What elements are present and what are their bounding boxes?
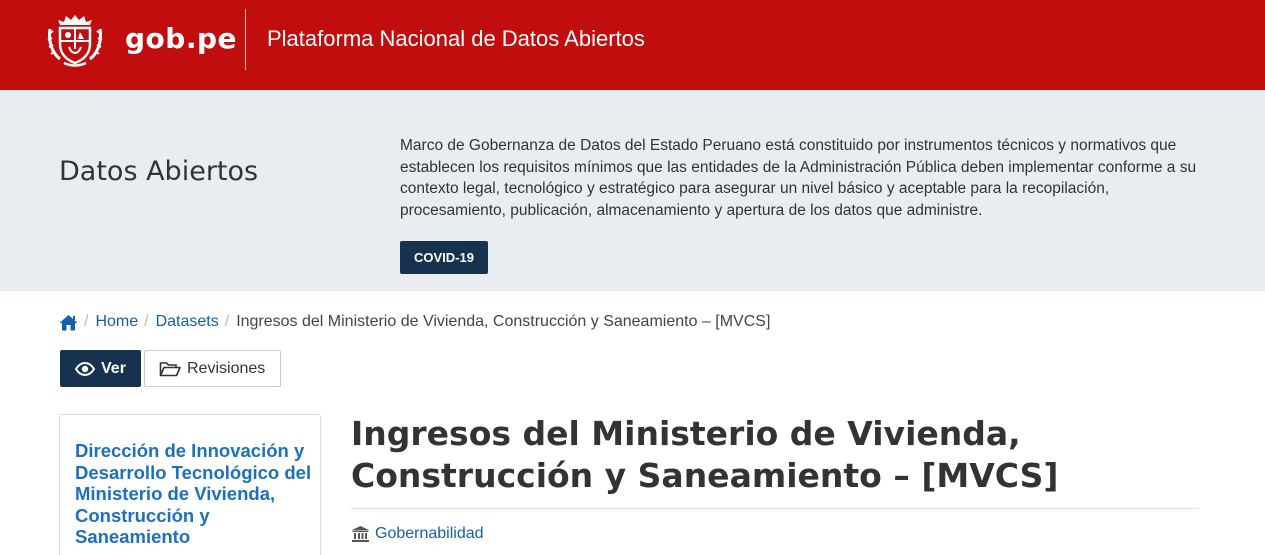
covid-19-button[interactable]: COVID-19 <box>400 241 488 274</box>
breadcrumb-current: Ingresos del Ministerio de Vivienda, Con… <box>236 313 771 330</box>
hero-title: Datos Abiertos <box>59 156 259 187</box>
top-header: gob.pe Plataforma Nacional de Datos Abie… <box>0 0 1265 90</box>
breadcrumb-home-link[interactable]: Home <box>95 313 138 331</box>
gobpe-logo-text[interactable]: gob.pe <box>125 22 237 55</box>
folder-open-icon <box>159 361 181 376</box>
tab-revisiones-label: Revisiones <box>187 359 266 377</box>
dataset-title: Ingresos del Ministerio de Vivienda, Con… <box>351 414 1059 495</box>
breadcrumb-separator: / <box>84 313 89 330</box>
home-icon[interactable] <box>59 314 78 331</box>
hero-description: Marco de Gobernanza de Datos del Estado … <box>400 137 1197 219</box>
institution-icon <box>352 526 369 542</box>
dataset-tabs: Ver Revisiones <box>60 350 281 387</box>
header-divider <box>245 9 246 70</box>
organization-link[interactable]: Dirección de Innovación y Desarrollo Tec… <box>75 440 315 548</box>
organization-card: Dirección de Innovación y Desarrollo Tec… <box>59 414 321 555</box>
tab-revisiones[interactable]: Revisiones <box>144 350 281 387</box>
title-divider <box>351 508 1199 509</box>
tab-ver-label: Ver <box>101 359 126 377</box>
group-link[interactable]: Gobernabilidad <box>375 525 484 543</box>
platform-title[interactable]: Plataforma Nacional de Datos Abiertos <box>267 26 645 52</box>
peru-coat-of-arms-icon[interactable] <box>46 11 104 67</box>
breadcrumb-separator: / <box>224 313 230 330</box>
hero-banner: Datos Abiertos Marco de Gobernanza de Da… <box>0 90 1265 291</box>
breadcrumb-datasets-link[interactable]: Datasets <box>156 313 219 331</box>
dataset-group: Gobernabilidad <box>351 525 484 543</box>
breadcrumb: / Home / Datasets / Ingresos del Ministe… <box>59 311 770 333</box>
tab-ver[interactable]: Ver <box>60 350 141 387</box>
eye-icon <box>75 361 95 376</box>
breadcrumb-separator: / <box>144 313 149 330</box>
